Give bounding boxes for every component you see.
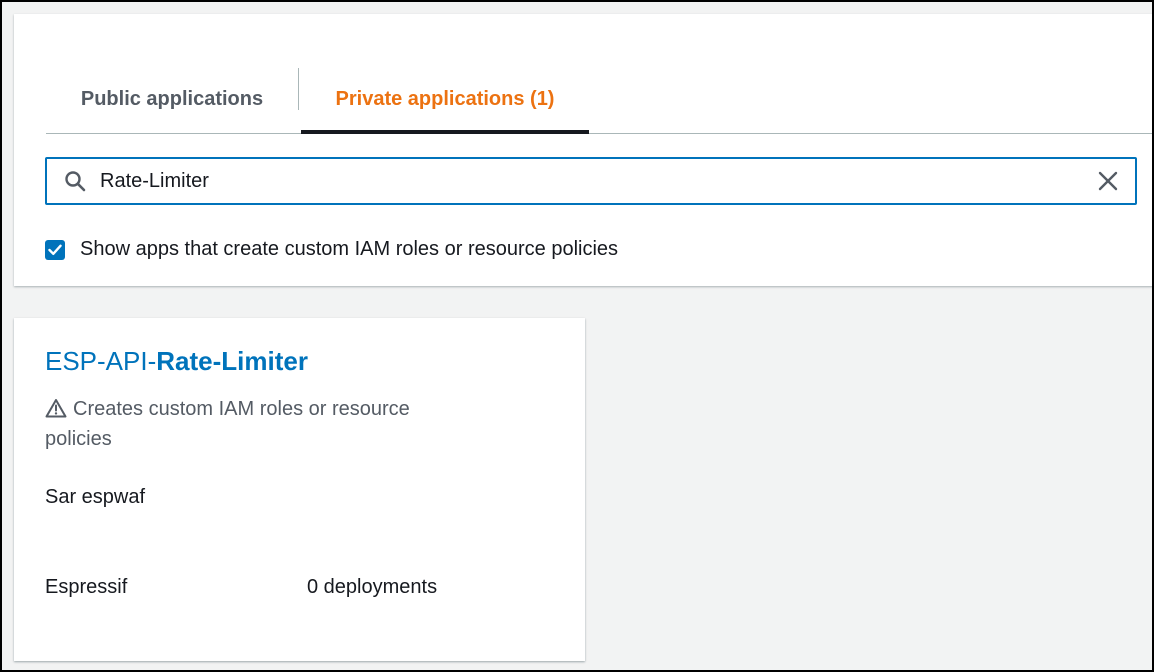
app-title-match: Rate-Limiter: [156, 346, 308, 376]
app-card: ESP-API-Rate-Limiter Creates custom IAM …: [14, 318, 585, 661]
tab-private-label: Private applications (1): [335, 88, 555, 110]
app-window: Public applications Private applications…: [0, 0, 1154, 672]
warning-icon: [45, 397, 67, 418]
tab-bar: Public applications Private applications…: [46, 66, 1152, 134]
app-title-link[interactable]: ESP-API-Rate-Limiter: [45, 346, 308, 377]
custom-iam-filter: Show apps that create custom IAM roles o…: [45, 238, 618, 261]
custom-iam-checkbox[interactable]: [45, 239, 65, 260]
tab-divider: [298, 68, 299, 110]
iam-warning-text: Creates custom IAM roles or resource pol…: [45, 398, 410, 450]
app-description: Sar espwaf: [45, 486, 146, 508]
search-icon: [64, 170, 86, 192]
tab-public-applications[interactable]: Public applications: [46, 66, 298, 133]
filter-panel: Public applications Private applications…: [14, 14, 1152, 286]
app-author: Espressif: [45, 576, 128, 598]
search-input[interactable]: [98, 160, 1097, 202]
app-title-prefix: ESP-API-: [45, 346, 157, 376]
app-deployments: 0 deployments: [307, 576, 438, 598]
tab-public-label: Public applications: [80, 88, 264, 110]
close-icon[interactable]: [1097, 170, 1119, 192]
custom-iam-checkbox-label[interactable]: Show apps that create custom IAM roles o…: [80, 238, 618, 261]
iam-warning: Creates custom IAM roles or resource pol…: [45, 394, 465, 454]
tab-private-applications[interactable]: Private applications (1): [301, 66, 589, 134]
checkmark-icon: [48, 244, 62, 255]
search-field: [45, 157, 1137, 205]
